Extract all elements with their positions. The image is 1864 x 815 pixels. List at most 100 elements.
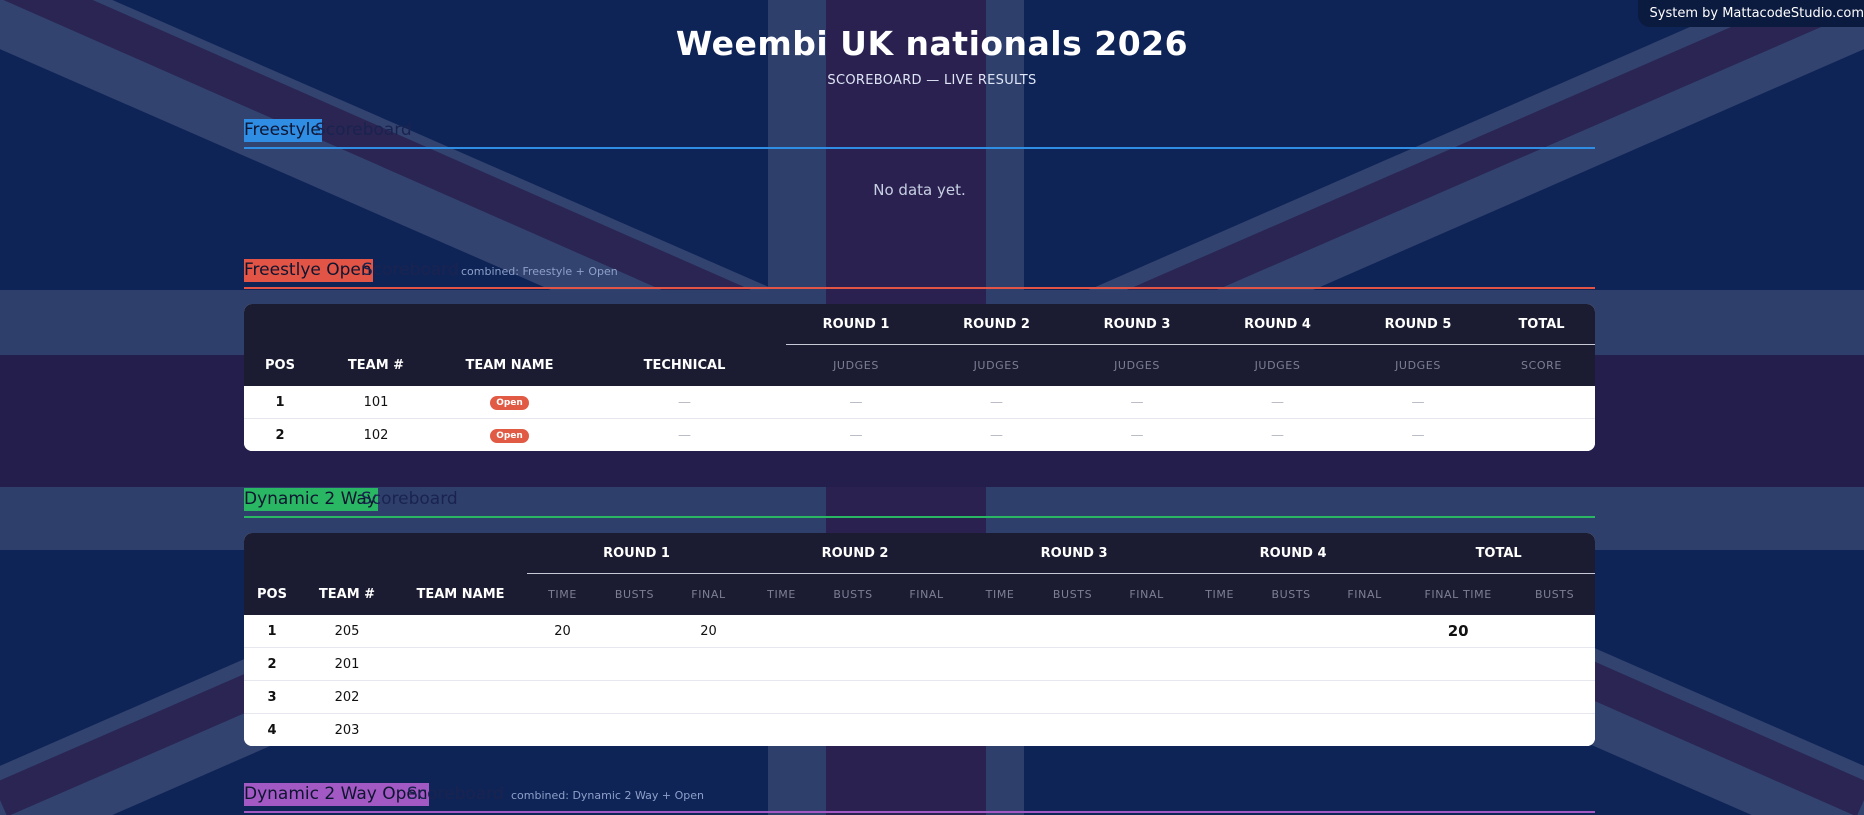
total-busts-subheader: BUSTS <box>1514 573 1595 615</box>
busts-subheader: BUSTS <box>598 573 671 615</box>
team-number-cell: 102 <box>316 418 436 451</box>
section-title-rest: Scoreboard <box>315 120 412 140</box>
round-3-cell: — <box>1067 386 1207 419</box>
header-spacer <box>244 533 527 574</box>
pos-cell: 1 <box>244 386 316 419</box>
team-name-cell <box>394 713 527 746</box>
pos-header: POS <box>244 344 316 386</box>
round-1-cell: — <box>786 386 926 419</box>
round-5-header: ROUND 5 <box>1348 304 1488 345</box>
section-title-highlight: Freestlye Open <box>244 259 373 282</box>
round-5-cell: — <box>1348 386 1488 419</box>
team-number-cell: 205 <box>300 615 394 648</box>
total-cell <box>1488 386 1595 419</box>
pos-cell: 4 <box>244 713 300 746</box>
open-badge: Open <box>490 396 529 410</box>
round-3-header: ROUND 3 <box>1067 304 1207 345</box>
section-title-rest: Scoreboard <box>361 489 458 509</box>
table-row: 1 101 Open — — — — — — <box>244 386 1595 419</box>
freestyle-section-heading: Freestyle Scoreboard <box>244 119 1595 149</box>
page-title: Weembi UK nationals 2026 <box>675 24 1189 63</box>
round-2-header: ROUND 2 <box>746 533 965 574</box>
score-subheader: SCORE <box>1488 344 1595 386</box>
round-1-cell: — <box>786 418 926 451</box>
empty-state: No data yet. <box>873 181 966 199</box>
team-name-cell: Open <box>436 418 583 451</box>
team-number-cell: 203 <box>300 713 394 746</box>
judges-subheader: JUDGES <box>786 344 926 386</box>
header-spacer <box>244 304 786 345</box>
pos-header: POS <box>244 573 300 615</box>
page-header: Weembi UK nationals 2026 SCOREBOARD — LI… <box>0 24 1864 88</box>
dynamic-2-way-open-section-heading: Dynamic 2 Way Open Scoreboard combined: … <box>244 783 1595 813</box>
dynamic-2-way-open-section: Dynamic 2 Way Open Scoreboard combined: … <box>244 783 1595 813</box>
final-subheader: FINAL <box>1327 573 1403 615</box>
table-row: 2 201 <box>244 647 1595 681</box>
time-subheader: TIME <box>1184 573 1256 615</box>
section-title-rest: Scoreboard <box>407 784 504 804</box>
round-5-cell: — <box>1348 418 1488 451</box>
pos-cell: 3 <box>244 680 300 714</box>
section-title-highlight: Dynamic 2 Way <box>244 488 378 511</box>
time-subheader: TIME <box>964 573 1037 615</box>
technical-header: TECHNICAL <box>583 344 786 386</box>
freestyle-open-table: ROUND 1 ROUND 2 ROUND 3 ROUND 4 ROUND 5 … <box>244 304 1595 451</box>
pos-cell: 2 <box>244 647 300 681</box>
pos-cell: 2 <box>244 418 316 451</box>
pos-cell: 1 <box>244 615 300 648</box>
table-row: 4 203 <box>244 713 1595 746</box>
round-3-cell: — <box>1067 418 1207 451</box>
busts-subheader: BUSTS <box>817 573 890 615</box>
team-number-header: TEAM # <box>316 344 436 386</box>
round-2-cell: — <box>926 386 1067 419</box>
round-4-cell: — <box>1207 418 1348 451</box>
technical-cell: — <box>583 418 786 451</box>
round-1-time-cell: 20 <box>527 615 598 648</box>
final-time-cell: 20 <box>1402 615 1515 648</box>
round-2-cell: — <box>926 418 1067 451</box>
busts-subheader: BUSTS <box>1255 573 1328 615</box>
team-name-header: TEAM NAME <box>436 344 583 386</box>
team-name-cell <box>394 615 527 648</box>
final-time-subheader: FINAL TIME <box>1402 573 1515 615</box>
busts-subheader: BUSTS <box>1036 573 1110 615</box>
final-subheader: FINAL <box>889 573 965 615</box>
round-4-header: ROUND 4 <box>1207 304 1348 345</box>
team-name-cell: Open <box>436 386 583 419</box>
technical-cell: — <box>583 386 786 419</box>
round-2-header: ROUND 2 <box>926 304 1067 345</box>
section-title-highlight: Freestyle <box>244 119 322 142</box>
table-row: 1 205 20 20 20 <box>244 615 1595 648</box>
freestyle-section: Freestyle Scoreboard No data yet. <box>244 119 1595 199</box>
combined-note: combined: Dynamic 2 Way + Open <box>511 789 704 802</box>
time-subheader: TIME <box>746 573 818 615</box>
round-4-header: ROUND 4 <box>1184 533 1403 574</box>
judges-subheader: JUDGES <box>1067 344 1207 386</box>
round-3-header: ROUND 3 <box>964 533 1185 574</box>
credit-badge[interactable]: System by MattacodeStudio.com <box>1637 0 1864 27</box>
team-number-cell: 101 <box>316 386 436 419</box>
total-header: TOTAL <box>1488 304 1595 345</box>
section-title-highlight: Dynamic 2 Way Open <box>244 783 429 806</box>
table-row: 2 102 Open — — — — — — <box>244 418 1595 451</box>
final-subheader: FINAL <box>671 573 747 615</box>
combined-note: combined: Freestyle + Open <box>461 265 618 278</box>
dynamic-2-way-table: ROUND 1 ROUND 2 ROUND 3 ROUND 4 TOTAL PO… <box>244 533 1595 746</box>
final-subheader: FINAL <box>1109 573 1185 615</box>
freestyle-open-section-heading: Freestlye Open Scoreboard combined: Free… <box>244 259 1595 289</box>
judges-subheader: JUDGES <box>926 344 1067 386</box>
team-name-cell <box>394 680 527 714</box>
round-1-header: ROUND 1 <box>527 533 747 574</box>
dynamic-2-way-section-heading: Dynamic 2 Way Scoreboard <box>244 488 1595 518</box>
team-number-cell: 202 <box>300 680 394 714</box>
judges-subheader: JUDGES <box>1348 344 1488 386</box>
round-1-header: ROUND 1 <box>786 304 926 345</box>
page-subtitle: SCOREBOARD — LIVE RESULTS <box>827 73 1037 88</box>
total-header: TOTAL <box>1402 533 1595 574</box>
table-row: 3 202 <box>244 680 1595 714</box>
time-subheader: TIME <box>527 573 598 615</box>
judges-subheader: JUDGES <box>1207 344 1348 386</box>
section-title-rest: Scoreboard <box>362 260 459 280</box>
total-cell <box>1488 418 1595 451</box>
dynamic-2-way-section: Dynamic 2 Way Scoreboard ROUND 1 ROUND 2… <box>244 488 1595 746</box>
